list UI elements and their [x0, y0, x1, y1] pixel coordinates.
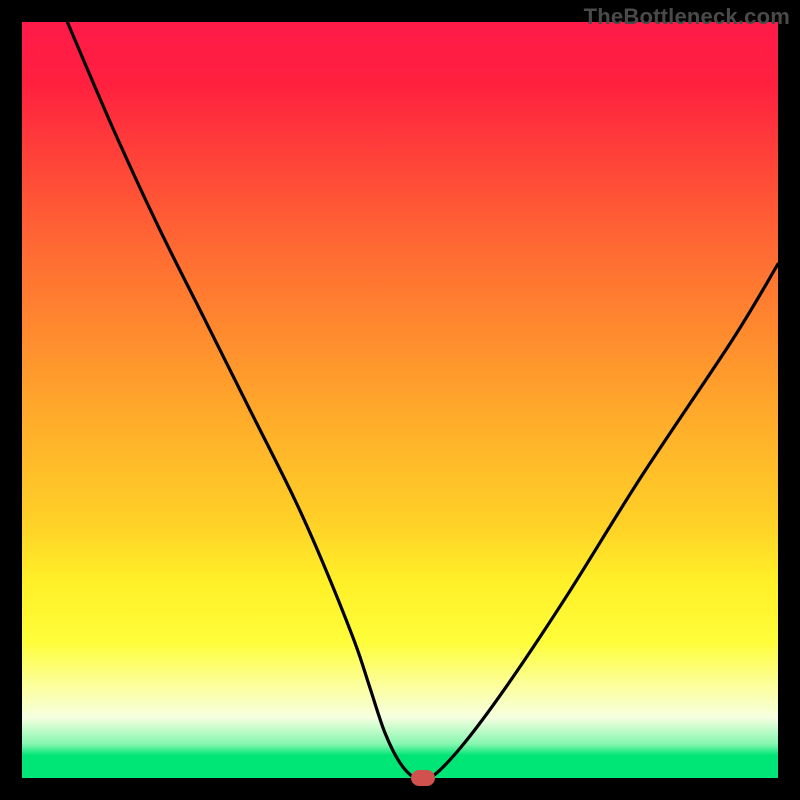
chart-frame: TheBottleneck.com	[0, 0, 800, 800]
watermark-text: TheBottleneck.com	[584, 4, 790, 30]
plot-area	[22, 22, 778, 778]
bottleneck-curve	[22, 22, 778, 778]
minimum-marker	[411, 770, 435, 786]
